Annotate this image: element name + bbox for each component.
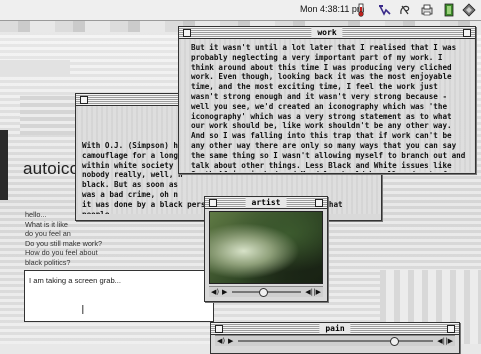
pain-controller: ◀) ▶ ◀| |▶ [215, 335, 455, 346]
artist-controller: ◀) ▶ ◀| |▶ [209, 286, 323, 297]
work-window-titlebar[interactable]: work [179, 27, 475, 39]
pain-window-title: pain [319, 323, 351, 334]
rewind-icon[interactable]: ◀| [437, 336, 445, 346]
chat-input-text: I am taking a screen grab... [29, 276, 122, 285]
pain-window-titlebar[interactable]: pain [211, 323, 459, 335]
desktop-pattern [0, 130, 8, 200]
close-icon[interactable] [80, 96, 88, 104]
zoom-icon[interactable] [315, 199, 323, 207]
rewind-icon[interactable]: ◀| [305, 287, 313, 297]
spiral-icon[interactable] [398, 3, 412, 17]
menu-bar: Mon 4:38:11 pm [0, 0, 481, 21]
zoom-icon[interactable] [463, 29, 471, 37]
work-window[interactable]: work But it wasn't until a lot later tha… [178, 26, 476, 174]
volume-icon[interactable]: ◀) [217, 336, 225, 346]
artist-window-title: artist [245, 197, 287, 208]
chat-line: Do you still make work? [25, 238, 103, 248]
desktop-pattern [20, 95, 75, 135]
desktop-pattern [0, 60, 70, 76]
text-cursor-icon: I [81, 303, 85, 317]
play-icon[interactable]: ▶ [228, 336, 233, 346]
thermometer-icon[interactable] [356, 3, 366, 17]
artist-video[interactable] [209, 211, 323, 284]
close-icon[interactable] [183, 29, 191, 37]
pain-progress-track[interactable] [238, 340, 433, 342]
pain-progress-knob[interactable] [390, 337, 399, 346]
close-icon[interactable] [215, 325, 223, 333]
artist-window-titlebar[interactable]: artist [205, 197, 327, 209]
chat-line: black politics? [25, 257, 71, 267]
forward-icon[interactable]: |▶ [313, 287, 321, 297]
work-window-text: But it wasn't until a lot later that I r… [179, 39, 475, 172]
tape-icon[interactable] [378, 3, 392, 17]
play-icon[interactable]: ▶ [222, 287, 227, 297]
chat-line: do you feel an [25, 229, 71, 239]
artist-window[interactable]: artist ◀) ▶ ◀| |▶ [204, 196, 328, 302]
zoom-icon[interactable] [447, 325, 455, 333]
diamond-icon[interactable] [462, 3, 476, 17]
forward-icon[interactable]: |▶ [445, 336, 453, 346]
site-logo-text: autoico [23, 159, 80, 178]
close-icon[interactable] [209, 199, 217, 207]
document-icon[interactable] [442, 3, 456, 17]
artist-progress-knob[interactable] [259, 288, 269, 297]
chat-line: How do you feel about [25, 248, 98, 258]
printer-icon[interactable] [420, 3, 434, 17]
menubar-clock[interactable]: Mon 4:38:11 pm [300, 4, 364, 14]
chat-line: What is it like [25, 219, 68, 229]
pain-window[interactable]: pain ◀) ▶ ◀| |▶ [210, 322, 460, 354]
chat-input[interactable]: I am taking a screen grab... I [24, 270, 214, 322]
work-window-title: work [311, 27, 343, 38]
volume-icon[interactable]: ◀) [211, 287, 219, 297]
